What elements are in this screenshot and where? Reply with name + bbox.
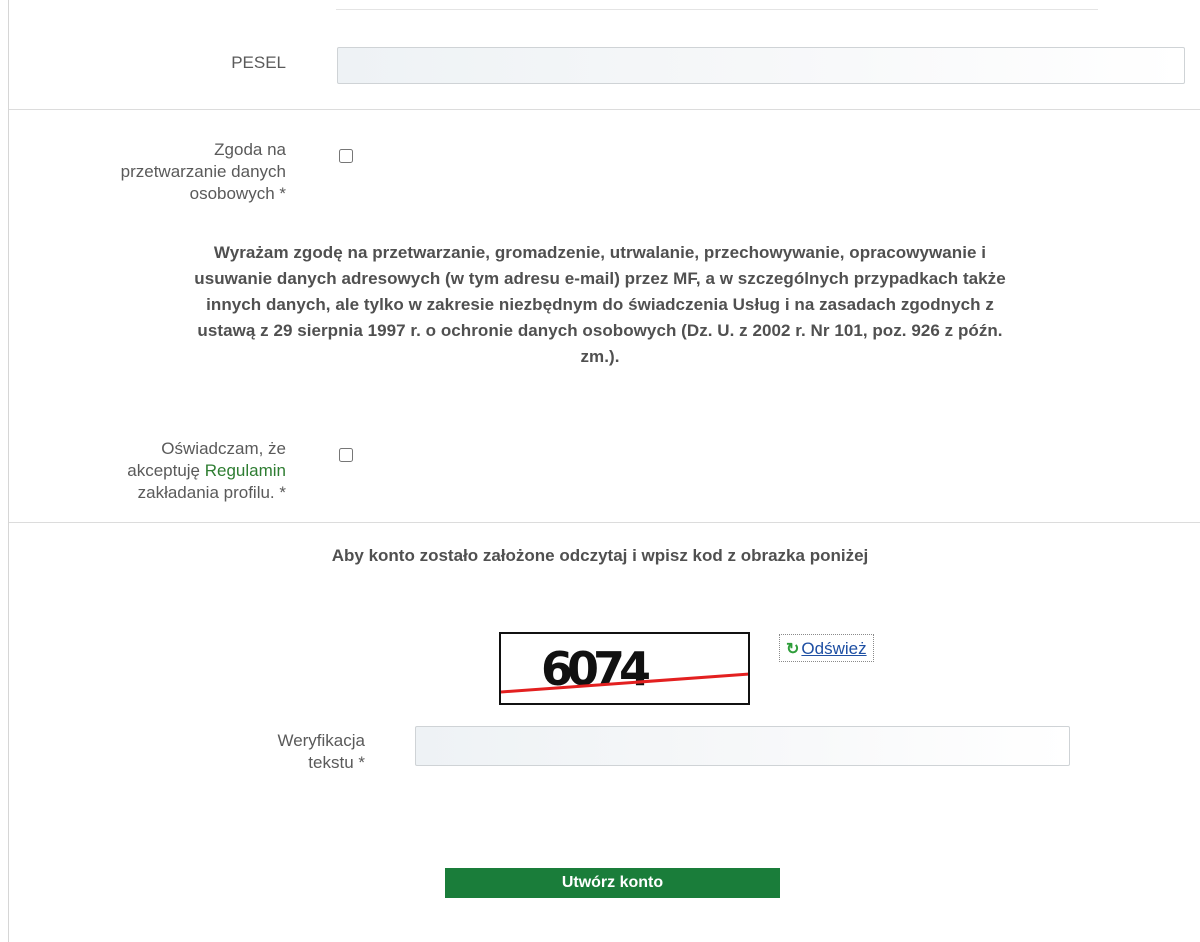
consent-statement: Wyrażam zgodę na przetwarzanie, gromadze…	[20, 240, 1180, 370]
regulations-label: Oświadczam, że akceptuję Regulamin zakła…	[127, 439, 286, 502]
consent-statement-line: usuwanie danych adresowych (w tym adresu…	[194, 269, 1006, 288]
consent-data-label: Zgoda na przetwarzanie danych osobowych …	[120, 140, 286, 203]
consent-statement-line: ustawą z 29 sierpnia 1997 r. o ochronie …	[197, 321, 1003, 340]
consent-statement-line: Wyrażam zgodę na przetwarzanie, gromadze…	[213, 243, 987, 262]
pesel-input[interactable]	[337, 47, 1185, 84]
consent-data-checkbox[interactable]	[339, 149, 353, 163]
pesel-label: PESEL	[231, 53, 286, 72]
consent-statement-line: innych danych, ale tylko w zakresie niez…	[206, 295, 994, 314]
verification-label: Weryfikacja tekstu *	[277, 731, 365, 772]
regulations-checkbox[interactable]	[339, 448, 353, 462]
refresh-captcha-link[interactable]: ↻ Odśwież	[779, 634, 874, 662]
consent-statement-line: zm.).	[580, 347, 620, 366]
regulations-link[interactable]: Regulamin	[205, 461, 286, 480]
row-separator	[9, 522, 1200, 523]
row-separator	[9, 109, 1200, 110]
create-account-button[interactable]: Utwórz konto	[445, 868, 780, 898]
top-divider	[336, 9, 1098, 10]
form-left-border	[8, 0, 9, 942]
refresh-icon: ↻	[786, 641, 800, 658]
captcha-graphic: 6074	[501, 642, 748, 696]
verification-input[interactable]	[415, 726, 1070, 766]
captcha-image: 6074	[499, 632, 750, 705]
captcha-heading: Aby konto zostało założone odczytaj i wp…	[331, 546, 869, 565]
